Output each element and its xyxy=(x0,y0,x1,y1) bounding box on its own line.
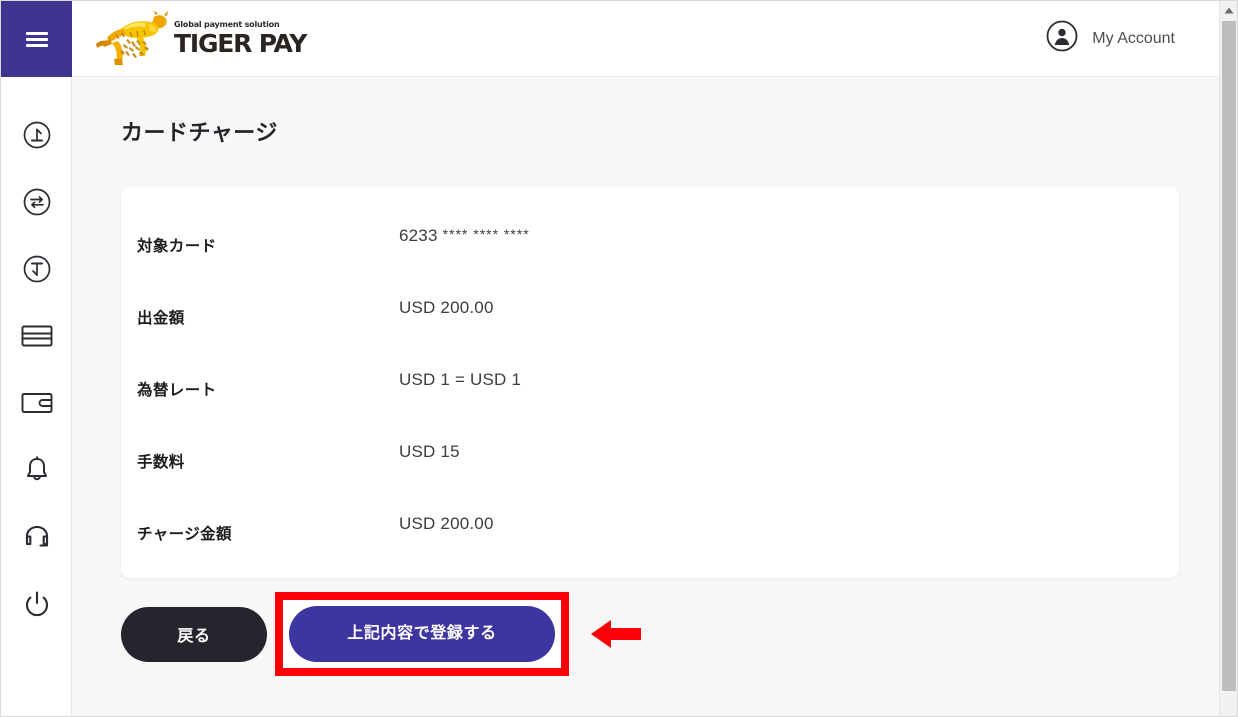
card-number-mask: **** **** **** xyxy=(442,226,530,242)
row-value: USD 200.00 xyxy=(399,514,494,533)
row-label: 手数料 xyxy=(137,454,185,471)
row-label: 対象カード xyxy=(137,238,217,255)
hamburger-menu-icon xyxy=(25,29,48,50)
app-window: Global payment solution TIGER PAY My Acc… xyxy=(0,0,1238,717)
tiger-logo-icon xyxy=(96,10,168,65)
withdraw-arrow-down-circle-icon xyxy=(22,254,52,284)
power-icon xyxy=(22,589,52,619)
row-label: 為替レート xyxy=(137,382,217,399)
vertical-scroll-thumb[interactable] xyxy=(1222,21,1236,691)
wallet-icon xyxy=(21,391,53,415)
headset-icon xyxy=(22,523,52,551)
hamburger-menu-button[interactable] xyxy=(1,1,72,77)
sidebar-item-wallet[interactable] xyxy=(1,369,72,436)
back-button[interactable]: 戻る xyxy=(121,606,267,662)
sidebar-item-withdraw[interactable] xyxy=(1,235,72,302)
row-label: チャージ金額 xyxy=(137,526,232,543)
row-value: USD 15 xyxy=(399,442,460,461)
action-bar: 戻る 上記内容で登録する xyxy=(121,592,1220,676)
row-value: USD 200.00 xyxy=(399,298,494,317)
table-row: 為替レート USD 1 = USD 1 xyxy=(121,344,1179,416)
row-value: USD 1 = USD 1 xyxy=(399,370,522,389)
credit-card-icon xyxy=(21,324,53,348)
top-header: Global payment solution TIGER PAY My Acc… xyxy=(72,1,1220,77)
card-number-prefix: 6233 xyxy=(399,226,438,245)
sidebar-nav xyxy=(1,77,71,637)
table-row: 対象カード 6233 **** **** **** xyxy=(121,200,1179,272)
brand-logo[interactable]: Global payment solution TIGER PAY xyxy=(94,8,307,70)
sidebar-item-logout[interactable] xyxy=(1,570,72,637)
charge-details-panel: 対象カード 6233 **** **** **** 出金額 USD 200.00… xyxy=(121,186,1179,578)
brand-tagline: Global payment solution xyxy=(174,20,280,29)
sidebar-item-card[interactable] xyxy=(1,302,72,369)
sidebar xyxy=(1,1,72,716)
bell-icon xyxy=(23,455,51,485)
table-row: チャージ金額 USD 200.00 xyxy=(121,488,1179,560)
page-title: カードチャージ xyxy=(121,120,278,145)
my-account-label: My Account xyxy=(1092,29,1175,47)
row-label: 出金額 xyxy=(137,310,185,327)
row-value: 6233 **** **** **** xyxy=(399,226,530,246)
table-row: 出金額 USD 200.00 xyxy=(121,272,1179,344)
deposit-arrow-up-circle-icon xyxy=(22,120,52,150)
sidebar-item-deposit[interactable] xyxy=(1,101,72,168)
red-left-arrow-annotation-icon xyxy=(589,614,643,654)
submit-register-button[interactable]: 上記内容で登録する xyxy=(289,606,555,662)
vertical-scrollbar[interactable] xyxy=(1219,1,1237,716)
exchange-arrows-circle-icon xyxy=(22,187,52,217)
table-row: 手数料 USD 15 xyxy=(121,416,1179,488)
brand-logo-text: Global payment solution TIGER PAY xyxy=(174,20,307,58)
user-circle-icon xyxy=(1046,20,1078,57)
main-content: カードチャージ 対象カード 6233 **** **** **** 出金額 US… xyxy=(72,77,1220,716)
sidebar-item-notifications[interactable] xyxy=(1,436,72,503)
sidebar-item-exchange[interactable] xyxy=(1,168,72,235)
my-account-button[interactable]: My Account xyxy=(1046,20,1175,57)
brand-name: TIGER PAY xyxy=(174,29,307,58)
submit-highlight-box: 上記内容で登録する xyxy=(275,592,569,676)
scroll-up-arrow-icon[interactable] xyxy=(1220,1,1237,19)
sidebar-item-support[interactable] xyxy=(1,503,72,570)
